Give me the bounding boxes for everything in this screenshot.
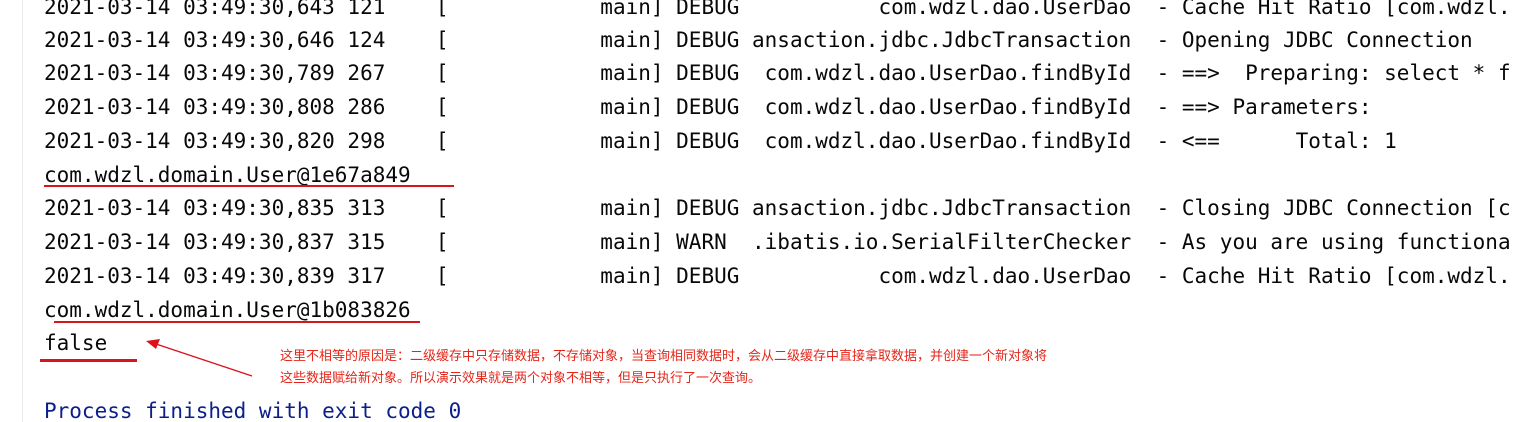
- log-line: 2021-03-14 03:49:30,646 124 [ main] DEBU…: [44, 28, 1473, 52]
- console-gutter: [0, 0, 23, 422]
- log-line: 2021-03-14 03:49:30,789 267 [ main] DEBU…: [44, 61, 1511, 85]
- process-finished-line: Process finished with exit code 0: [44, 399, 462, 422]
- underline-mark: [40, 359, 137, 362]
- object-output-line: com.wdzl.domain.User@1b083826: [44, 298, 411, 322]
- log-line: 2021-03-14 03:49:30,837 315 [ main] WARN…: [44, 230, 1511, 254]
- log-line: 2021-03-14 03:49:30,820 298 [ main] DEBU…: [44, 129, 1397, 153]
- console-output: 2021-03-14 03:49:30,643 121 [ main] DEBU…: [0, 0, 1538, 422]
- underline-mark: [54, 321, 420, 323]
- boolean-output-line: false: [44, 331, 108, 355]
- log-line: 2021-03-14 03:49:30,835 313 [ main] DEBU…: [44, 196, 1511, 220]
- object-output-line: com.wdzl.domain.User@1e67a849: [44, 163, 411, 187]
- log-line: 2021-03-14 03:49:30,643 121 [ main] DEBU…: [44, 0, 1511, 19]
- annotation-text: 这里不相等的原因是：二级缓存中只存储数据，不存储对象，当查询相同数据时，会从二级…: [280, 349, 1048, 364]
- underline-mark: [44, 185, 454, 187]
- log-line: 2021-03-14 03:49:30,839 317 [ main] DEBU…: [44, 264, 1511, 288]
- log-line: 2021-03-14 03:49:30,808 286 [ main] DEBU…: [44, 95, 1372, 119]
- annotation-text: 这些数据赋给新对象。所以演示效果就是两个对象不相等，但是只执行了一次查询。: [280, 371, 762, 386]
